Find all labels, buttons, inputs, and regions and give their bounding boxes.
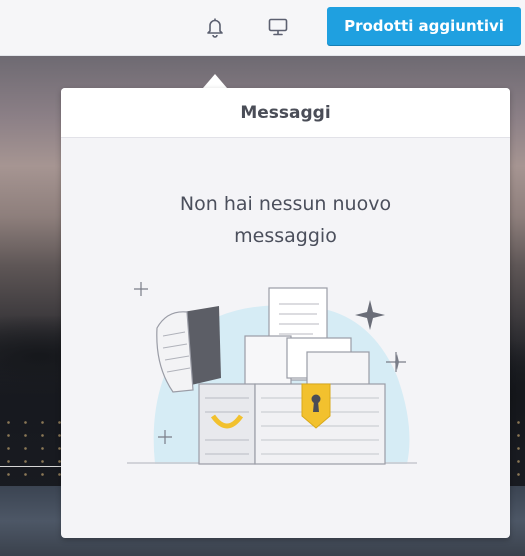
desktop-icon	[268, 18, 288, 36]
additional-products-button[interactable]: Prodotti aggiuntivi	[327, 7, 521, 45]
empty-state-message: Non hai nessun nuovo messaggio	[61, 188, 510, 252]
messages-popover: Messaggi Non hai nessun nuovo messaggio	[61, 88, 510, 538]
empty-state-line-1: Non hai nessun nuovo	[179, 193, 392, 215]
treasure-chest-illustration	[127, 282, 417, 465]
popover-header: Messaggi	[61, 88, 510, 138]
popover-title: Messaggi	[240, 102, 331, 123]
divider-line	[0, 466, 70, 467]
bell-icon	[207, 18, 223, 38]
empty-state-line-2: messaggio	[234, 225, 337, 247]
notifications-button[interactable]	[200, 13, 230, 41]
popover-caret	[203, 74, 227, 88]
top-bar: Prodotti aggiuntivi	[0, 0, 525, 56]
display-button[interactable]	[263, 13, 293, 41]
